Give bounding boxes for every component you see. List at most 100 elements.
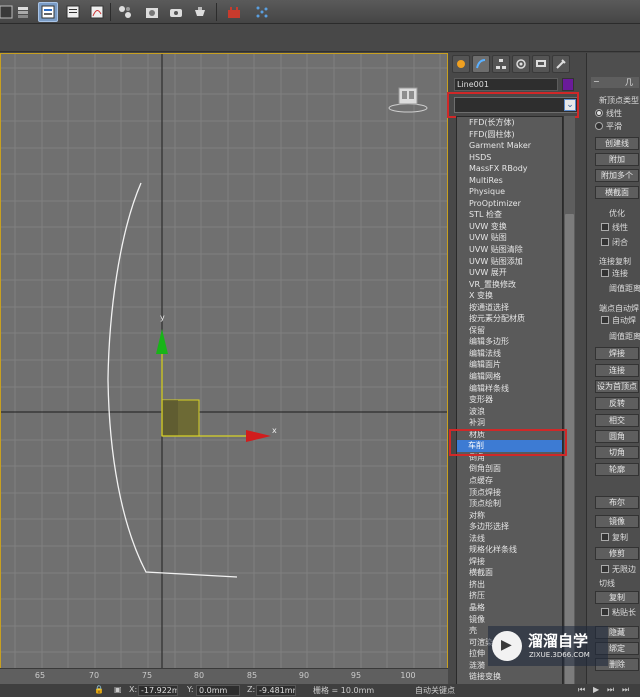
modifier-item[interactable]: FFD(圆柱体) [457, 129, 562, 141]
massfx-icon[interactable] [224, 2, 244, 22]
modifier-item[interactable]: HSDS [457, 152, 562, 164]
hierarchy-icon[interactable] [492, 55, 510, 73]
modifier-item[interactable]: 横截面 [457, 567, 562, 579]
auto-key-button[interactable]: 自动关键点 [415, 685, 455, 696]
render-setup-icon[interactable] [166, 2, 186, 22]
create-line-button[interactable]: 创建线 [595, 137, 639, 150]
modifier-item[interactable]: UVW 展开 [457, 267, 562, 279]
weld-button[interactable]: 焊接 [595, 347, 639, 360]
particle-icon[interactable] [252, 2, 272, 22]
copy-checkbox[interactable] [601, 533, 609, 541]
modifier-item[interactable]: UVW 贴图清除 [457, 244, 562, 256]
next-frame-icon[interactable]: ⏭ [607, 685, 614, 695]
intersect-button[interactable]: 相交 [595, 414, 639, 427]
go-to-end-icon[interactable]: ⏭ [622, 685, 629, 695]
z-coordinate-field[interactable]: -9.481mm [256, 685, 296, 696]
modifier-item[interactable]: 对称 [457, 510, 562, 522]
material-editor-icon[interactable] [142, 2, 162, 22]
modifier-item[interactable]: 编辑样条线 [457, 383, 562, 395]
timeline-ruler[interactable]: 65 70 75 80 85 90 95 100 [0, 668, 448, 684]
play-icon[interactable]: ▶ [593, 685, 599, 694]
linear-checkbox[interactable] [601, 223, 609, 231]
modifier-item[interactable]: UVW 贴图 [457, 232, 562, 244]
modifier-item[interactable]: ProOptimizer [457, 198, 562, 210]
display-icon[interactable] [532, 55, 550, 73]
modifier-item[interactable]: Physique [457, 186, 562, 198]
connect-button[interactable]: 连接 [595, 364, 639, 377]
modifier-item[interactable]: 焊接 [457, 556, 562, 568]
mirror-button[interactable]: 镜像 [595, 515, 639, 528]
utilities-icon[interactable] [552, 55, 570, 73]
modifier-item[interactable]: 倒角剖面 [457, 463, 562, 475]
fillet-button[interactable]: 圆角 [595, 430, 639, 443]
absolute-mode-icon[interactable]: ▣ [114, 685, 122, 694]
modifier-item[interactable]: UVW 变换 [457, 221, 562, 233]
transform-gizmo[interactable] [1, 54, 448, 669]
infinite-checkbox[interactable] [601, 565, 609, 573]
modifier-item[interactable]: UVW 贴图添加 [457, 256, 562, 268]
modifier-item[interactable]: X 变换 [457, 290, 562, 302]
object-name-field[interactable]: Line001 [454, 78, 558, 91]
scene-explorer-icon[interactable] [38, 2, 58, 22]
motion-icon[interactable] [512, 55, 530, 73]
attach-button[interactable]: 附加 [595, 153, 639, 166]
modifier-item[interactable]: 按通道选择 [457, 302, 562, 314]
modifier-dropdown-list[interactable]: FFD(长方体) FFD(圆柱体) Garment Maker HSDS MassFX … [456, 116, 563, 697]
list-icon[interactable] [63, 2, 83, 22]
modifier-item[interactable]: 法线 [457, 533, 562, 545]
render-icon[interactable] [190, 2, 210, 22]
boolean-button[interactable]: 布尔 [595, 496, 639, 509]
attach-multiple-button[interactable]: 附加多个 [595, 169, 639, 182]
modify-icon[interactable] [472, 55, 490, 73]
radio-linear[interactable] [595, 109, 603, 117]
create-icon[interactable] [452, 55, 470, 73]
modifier-item[interactable]: 补洞 [457, 417, 562, 429]
chamfer-button[interactable]: 切角 [595, 446, 639, 459]
modifier-item[interactable]: 挤压 [457, 590, 562, 602]
modifier-item[interactable]: 链接变换 [457, 671, 562, 683]
object-color-swatch[interactable] [562, 78, 574, 91]
modifier-item[interactable]: 编辑面片 [457, 359, 562, 371]
curve-editor-icon[interactable] [87, 2, 107, 22]
modifier-item[interactable]: 镜像 [457, 614, 562, 626]
modifier-item[interactable]: VR_置换修改 [457, 279, 562, 291]
copy-button[interactable]: 复制 [595, 591, 639, 604]
modifier-item[interactable]: STL 检查 [457, 209, 562, 221]
auto-weld-checkbox[interactable] [601, 316, 609, 324]
go-to-start-icon[interactable]: ⏮ [578, 685, 585, 695]
modifier-item[interactable]: 点缓存 [457, 475, 562, 487]
modifier-item[interactable]: MultiRes [457, 175, 562, 187]
connect-checkbox[interactable] [601, 269, 609, 277]
modifier-item[interactable]: Garment Maker [457, 140, 562, 152]
reverse-button[interactable]: 反转 [595, 397, 639, 410]
modifier-item[interactable]: 顶点焊接 [457, 487, 562, 499]
cross-section-button[interactable]: 横截面 [595, 186, 639, 199]
layers-icon[interactable] [14, 2, 34, 22]
modifier-item[interactable]: 编辑网格 [457, 371, 562, 383]
modifier-item[interactable]: 规格化样条线 [457, 544, 562, 556]
outline-button[interactable]: 轮廓 [595, 463, 639, 476]
modifier-item[interactable]: 波浪 [457, 406, 562, 418]
x-coordinate-field[interactable]: -17.922mm [138, 685, 178, 696]
lock-icon[interactable]: 🔒 [94, 685, 104, 694]
modifier-item[interactable]: 按元素分配材质 [457, 313, 562, 325]
modifier-item[interactable]: 晶格 [457, 602, 562, 614]
modifier-item[interactable]: MassFX RBody [457, 163, 562, 175]
trim-button[interactable]: 修剪 [595, 547, 639, 560]
modifier-item[interactable]: 变形器 [457, 394, 562, 406]
modifier-item[interactable]: 多边形选择 [457, 521, 562, 533]
modifier-item[interactable]: FFD(长方体) [457, 117, 562, 129]
rollout-header[interactable]: − 几 [591, 77, 639, 88]
closed-checkbox[interactable] [601, 238, 609, 246]
viewcube-icon[interactable] [388, 84, 428, 114]
modifier-item[interactable]: 编辑法线 [457, 348, 562, 360]
modifier-item[interactable]: 挤出 [457, 579, 562, 591]
paste-length-checkbox[interactable] [601, 608, 609, 616]
radio-smooth[interactable] [595, 122, 603, 130]
make-first-button[interactable]: 设为首顶点 [595, 380, 639, 393]
y-coordinate-field[interactable]: 0.0mm [196, 685, 240, 696]
perspective-viewport[interactable]: y x [0, 53, 448, 669]
modifier-item[interactable]: 顶点绘制 [457, 498, 562, 510]
dropdown-scrollbar[interactable] [563, 116, 575, 697]
schematic-icon[interactable] [115, 2, 135, 22]
